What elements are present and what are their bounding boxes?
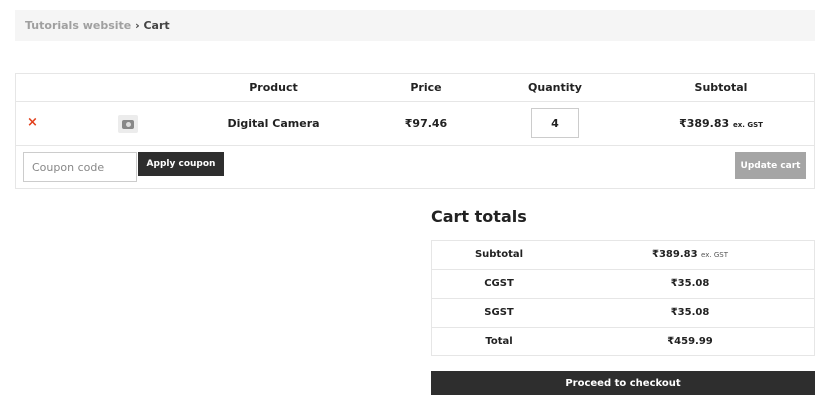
- header-subtotal: Subtotal: [694, 81, 748, 94]
- cart-item-row: × Digital Camera ₹97.46 ₹389.83 ex. GST: [16, 102, 814, 146]
- header-price: Price: [410, 81, 442, 94]
- totals-value: ₹389.83 ex. GST: [566, 249, 814, 260]
- proceed-to-checkout-button[interactable]: Proceed to checkout: [431, 371, 815, 395]
- totals-value: ₹459.99: [667, 336, 713, 347]
- remove-item-icon[interactable]: ×: [27, 115, 38, 130]
- totals-label: SGST: [484, 307, 514, 318]
- cart-table: Product Price Quantity Subtotal × Digita…: [15, 73, 815, 189]
- totals-row-cgst: CGST ₹35.08: [432, 270, 814, 299]
- breadcrumb: Tutorials website › Cart: [15, 10, 815, 41]
- cart-table-header: Product Price Quantity Subtotal: [16, 74, 814, 102]
- totals-value: ₹35.08: [670, 307, 710, 318]
- cart-actions: Apply coupon Update cart: [16, 146, 814, 188]
- totals-label: CGST: [484, 278, 514, 289]
- header-quantity: Quantity: [528, 81, 582, 94]
- totals-value: ₹35.08: [670, 278, 710, 289]
- camera-icon[interactable]: [118, 115, 138, 133]
- product-subtotal: ₹389.83 ex. GST: [646, 117, 796, 130]
- totals-subtotal-value: ₹389.83: [652, 249, 698, 260]
- product-price: ₹97.46: [404, 117, 448, 130]
- totals-row-subtotal: Subtotal ₹389.83 ex. GST: [432, 241, 814, 270]
- apply-coupon-button[interactable]: Apply coupon: [138, 152, 224, 176]
- cart-totals-table: Subtotal ₹389.83 ex. GST CGST ₹35.08 SGS…: [431, 240, 815, 356]
- breadcrumb-home-link[interactable]: Tutorials website: [25, 19, 131, 32]
- totals-subtotal-suffix: ex. GST: [701, 251, 728, 259]
- totals-label: Total: [485, 336, 513, 347]
- product-subtotal-value: ₹389.83: [679, 117, 730, 130]
- totals-label: Subtotal: [474, 249, 524, 260]
- coupon-code-input[interactable]: [23, 152, 137, 182]
- breadcrumb-current: Cart: [143, 19, 170, 32]
- quantity-input[interactable]: [531, 108, 579, 138]
- product-subtotal-suffix: ex. GST: [733, 121, 763, 129]
- product-name-link[interactable]: Digital Camera: [196, 117, 351, 130]
- totals-row-sgst: SGST ₹35.08: [432, 299, 814, 328]
- header-product: Product: [249, 81, 298, 94]
- cart-totals-title: Cart totals: [431, 207, 527, 226]
- breadcrumb-separator: ›: [135, 19, 140, 32]
- update-cart-button[interactable]: Update cart: [735, 152, 806, 179]
- totals-row-total: Total ₹459.99: [432, 328, 814, 357]
